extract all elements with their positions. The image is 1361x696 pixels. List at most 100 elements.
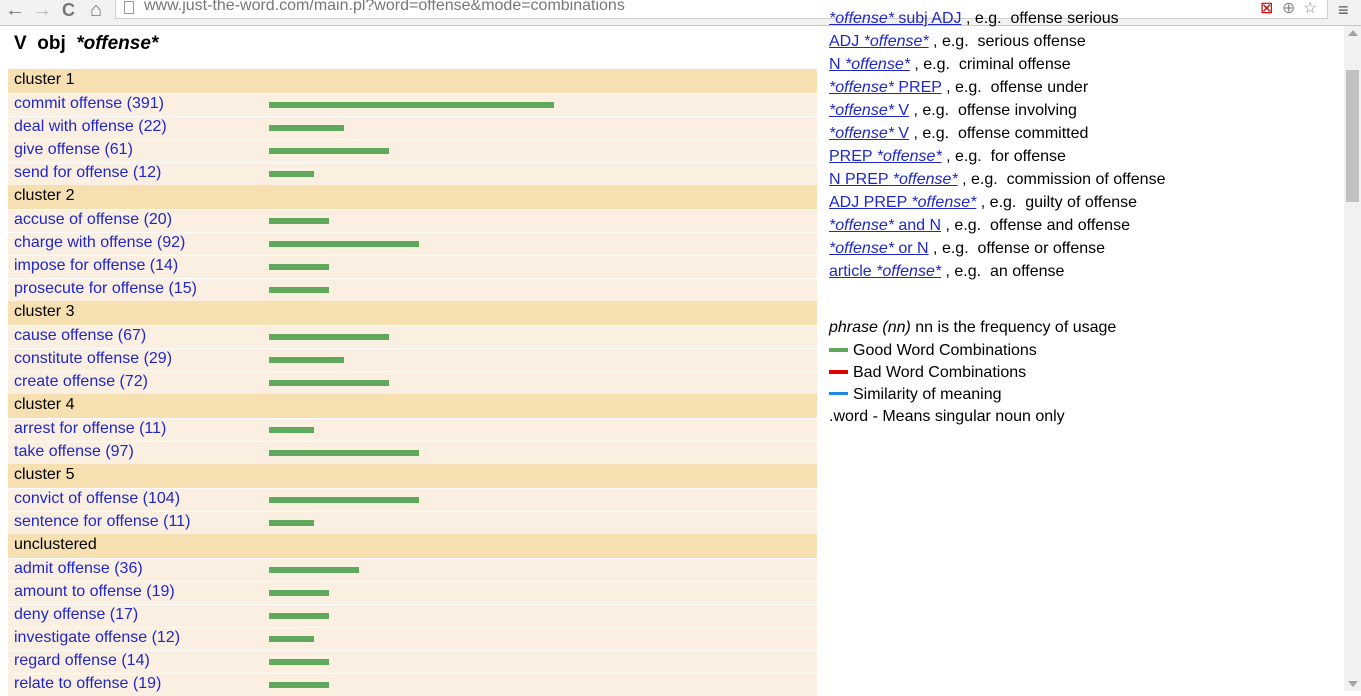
combination-row: give offense (61) [8, 139, 817, 162]
pattern-link[interactable]: *offense* or N [829, 240, 929, 257]
pattern-link[interactable]: *offense* and N [829, 217, 941, 234]
combination-link[interactable]: cause offense (67) [14, 327, 146, 345]
pattern-link[interactable]: *offense* V [829, 102, 909, 119]
pattern-pre: N PREP [829, 171, 893, 188]
combination-link[interactable]: send for offense (12) [14, 164, 161, 182]
pattern-word: *offense* [829, 217, 894, 234]
legend-phrase-italic: phrase (nn) [829, 319, 911, 336]
pattern-word: *offense* [845, 56, 910, 73]
forward-icon[interactable]: → [32, 0, 52, 22]
cluster-label: cluster 5 [14, 466, 75, 483]
pattern-word: *offense* [829, 102, 894, 119]
pattern-example: , e.g. offense committed [909, 125, 1089, 142]
address-bar[interactable]: www.just-the-word.com/main.pl?word=offen… [115, 0, 1328, 19]
legend-good: Good Word Combinations [829, 342, 1037, 360]
zoom-icon[interactable]: ⊕ [1282, 0, 1295, 19]
cluster-header: cluster 3 [8, 301, 817, 325]
combination-row: prosecute for offense (15) [8, 278, 817, 301]
pattern-word: *offense* [829, 125, 894, 142]
pattern-row: PREP *offense* , e.g. for offense [829, 148, 1066, 166]
bookmark-star-icon[interactable]: ☆ [1303, 0, 1317, 19]
frequency-bar [269, 613, 329, 619]
frequency-bar [269, 171, 314, 177]
pattern-link[interactable]: *offense* subj ADJ [829, 10, 962, 27]
pattern-word: *offense* [829, 79, 894, 96]
pattern-link[interactable]: article *offense* [829, 263, 941, 280]
pattern-word: *offense* [876, 263, 942, 280]
pattern-link[interactable]: N *offense* [829, 56, 910, 73]
combination-row: deny offense (17) [8, 604, 817, 627]
combination-row: send for offense (12) [8, 162, 817, 185]
frequency-bar [269, 659, 329, 665]
combination-link[interactable]: amount to offense (19) [14, 583, 175, 601]
combination-link[interactable]: sentence for offense (11) [14, 513, 190, 531]
combination-row: admit offense (36) [8, 558, 817, 581]
scroll-down-icon[interactable] [1348, 681, 1358, 687]
home-icon[interactable]: ⌂ [90, 0, 102, 22]
combinations-table: cluster 1 commit offense (391) deal with o… [8, 69, 817, 696]
legend-similar: Similarity of meaning [829, 386, 1002, 404]
combination-link[interactable]: investigate offense (12) [14, 629, 180, 647]
blocked-icon[interactable]: ⊠ [1260, 0, 1273, 19]
cluster-header: cluster 4 [8, 394, 817, 418]
frequency-bar [269, 682, 329, 688]
legend-bad: Bad Word Combinations [829, 364, 1026, 382]
combination-link[interactable]: prosecute for offense (15) [14, 280, 197, 298]
combination-link[interactable]: commit offense (391) [14, 95, 164, 113]
pattern-word: *offense* [829, 10, 894, 27]
combination-link[interactable]: take offense (97) [14, 443, 134, 461]
pattern-example: , e.g. for offense [941, 148, 1066, 165]
frequency-bar [269, 497, 419, 503]
combination-link[interactable]: relate to offense (19) [14, 675, 161, 693]
pattern-link[interactable]: *offense* PREP [829, 79, 942, 96]
legend-similar-label: Similarity of meaning [853, 386, 1002, 403]
pattern-row: article *offense* , e.g. an offense [829, 263, 1064, 281]
pattern-example: , e.g. offense serious [961, 10, 1119, 27]
frequency-bar [269, 590, 329, 596]
pattern-row: ADJ *offense* , e.g. serious offense [829, 33, 1086, 51]
legend-phrase: phrase (nn) nn is the frequency of usage [829, 319, 1116, 337]
url-text[interactable]: www.just-the-word.com/main.pl?word=offen… [144, 0, 625, 15]
combination-link[interactable]: impose for offense (14) [14, 257, 178, 275]
pattern-link[interactable]: ADJ *offense* [829, 33, 929, 50]
combination-link[interactable]: charge with offense (92) [14, 234, 185, 252]
pattern-word: *offense* [863, 33, 929, 50]
combination-row: convict of offense (104) [8, 488, 817, 511]
reload-icon[interactable]: C [62, 0, 75, 22]
legend-good-label: Good Word Combinations [853, 342, 1037, 359]
page-icon [124, 1, 134, 14]
combination-link[interactable]: convict of offense (104) [14, 490, 180, 508]
pattern-example: , e.g. offense and offense [941, 217, 1130, 234]
pattern-pre: N [829, 56, 845, 73]
combination-link[interactable]: accuse of offense (20) [14, 211, 172, 229]
combination-link[interactable]: admit offense (36) [14, 560, 143, 578]
pattern-link[interactable]: PREP *offense* [829, 148, 942, 165]
pattern-pre: article [829, 263, 877, 280]
combination-link[interactable]: deal with offense (22) [14, 118, 167, 136]
combination-link[interactable]: create offense (72) [14, 373, 148, 391]
scrollbar-thumb[interactable] [1346, 70, 1359, 202]
pattern-example: , e.g. commission of offense [957, 171, 1166, 188]
menu-icon[interactable]: ≡ [1338, 0, 1349, 20]
pattern-example: , e.g. an offense [941, 263, 1065, 280]
frequency-bar [269, 218, 329, 224]
pattern-row: ADJ PREP *offense* , e.g. guilty of offe… [829, 194, 1137, 212]
combination-link[interactable]: give offense (61) [14, 141, 133, 159]
pattern-link[interactable]: *offense* V [829, 125, 909, 142]
combination-link[interactable]: deny offense (17) [14, 606, 138, 624]
pattern-link[interactable]: N PREP *offense* [829, 171, 958, 188]
combination-link[interactable]: constitute offense (29) [14, 350, 172, 368]
cluster-label: cluster 2 [14, 187, 75, 204]
combination-link[interactable]: regard offense (14) [14, 652, 150, 670]
pattern-row: *offense* or N , e.g. offense or offense [829, 240, 1105, 258]
frequency-bar [269, 427, 314, 433]
pattern-link[interactable]: ADJ PREP *offense* [829, 194, 976, 211]
pattern-example: , e.g. serious offense [928, 33, 1086, 50]
combination-link[interactable]: arrest for offense (11) [14, 420, 166, 438]
vertical-scrollbar[interactable] [1344, 26, 1361, 691]
scroll-up-icon[interactable] [1348, 30, 1358, 36]
pattern-post: subj ADJ [893, 10, 962, 27]
back-icon[interactable]: ← [5, 0, 25, 22]
cluster-label: cluster 1 [14, 71, 75, 88]
cluster-label: unclustered [14, 536, 97, 553]
